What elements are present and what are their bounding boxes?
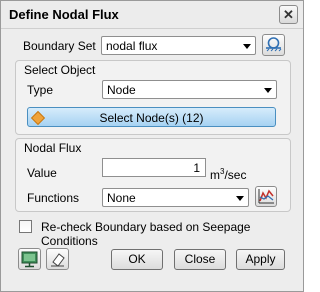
apply-button[interactable]: Apply <box>236 249 285 270</box>
type-select[interactable]: Node <box>102 80 277 99</box>
eraser-button[interactable] <box>46 248 69 270</box>
recheck-boundary-checkbox[interactable] <box>19 220 32 233</box>
functions-label: Functions <box>27 191 80 205</box>
chevron-down-icon <box>243 44 251 49</box>
eraser-icon <box>51 253 65 267</box>
type-value: Node <box>107 83 136 97</box>
dialog-title: Define Nodal Flux <box>9 7 119 22</box>
select-nodes-label: Select Node(s) (12) <box>99 111 204 125</box>
select-nodes-button[interactable]: Select Node(s) (12) <box>27 107 276 127</box>
close-icon: ✕ <box>283 6 294 22</box>
flux-unit: m3/sec <box>210 167 247 182</box>
boundary-set-select[interactable]: nodal flux <box>101 36 256 55</box>
function-graph-icon <box>258 189 274 204</box>
select-object-group-label: Select Object <box>24 63 96 77</box>
nodal-flux-group-label: Nodal Flux <box>24 141 82 155</box>
boundary-set-label: Boundary Set <box>23 39 96 53</box>
boundary-set-value: nodal flux <box>106 39 158 53</box>
close-button[interactable]: Close <box>174 249 226 270</box>
boundary-manager-icon <box>266 37 282 52</box>
chevron-down-icon <box>264 88 272 93</box>
boundary-manager-button[interactable] <box>262 34 285 56</box>
type-label: Type <box>27 83 54 97</box>
title-bar: Define Nodal Flux ✕ <box>1 1 303 29</box>
display-button[interactable] <box>18 248 41 270</box>
functions-select[interactable]: None <box>102 188 249 207</box>
function-graph-button[interactable] <box>255 186 277 207</box>
value-label: Value <box>27 166 57 180</box>
chevron-down-icon <box>236 196 244 201</box>
flux-value: 1 <box>193 161 200 175</box>
display-icon <box>21 251 38 268</box>
functions-value: None <box>107 191 136 205</box>
define-nodal-flux-dialog: Define Nodal Flux ✕ Boundary Set nodal f… <box>0 0 304 292</box>
recheck-boundary-label: Re-check Boundary based on Seepage Condi… <box>41 220 251 248</box>
close-window-button[interactable]: ✕ <box>279 5 298 24</box>
flux-value-input[interactable]: 1 <box>102 158 206 177</box>
ok-button[interactable]: OK <box>111 249 163 270</box>
